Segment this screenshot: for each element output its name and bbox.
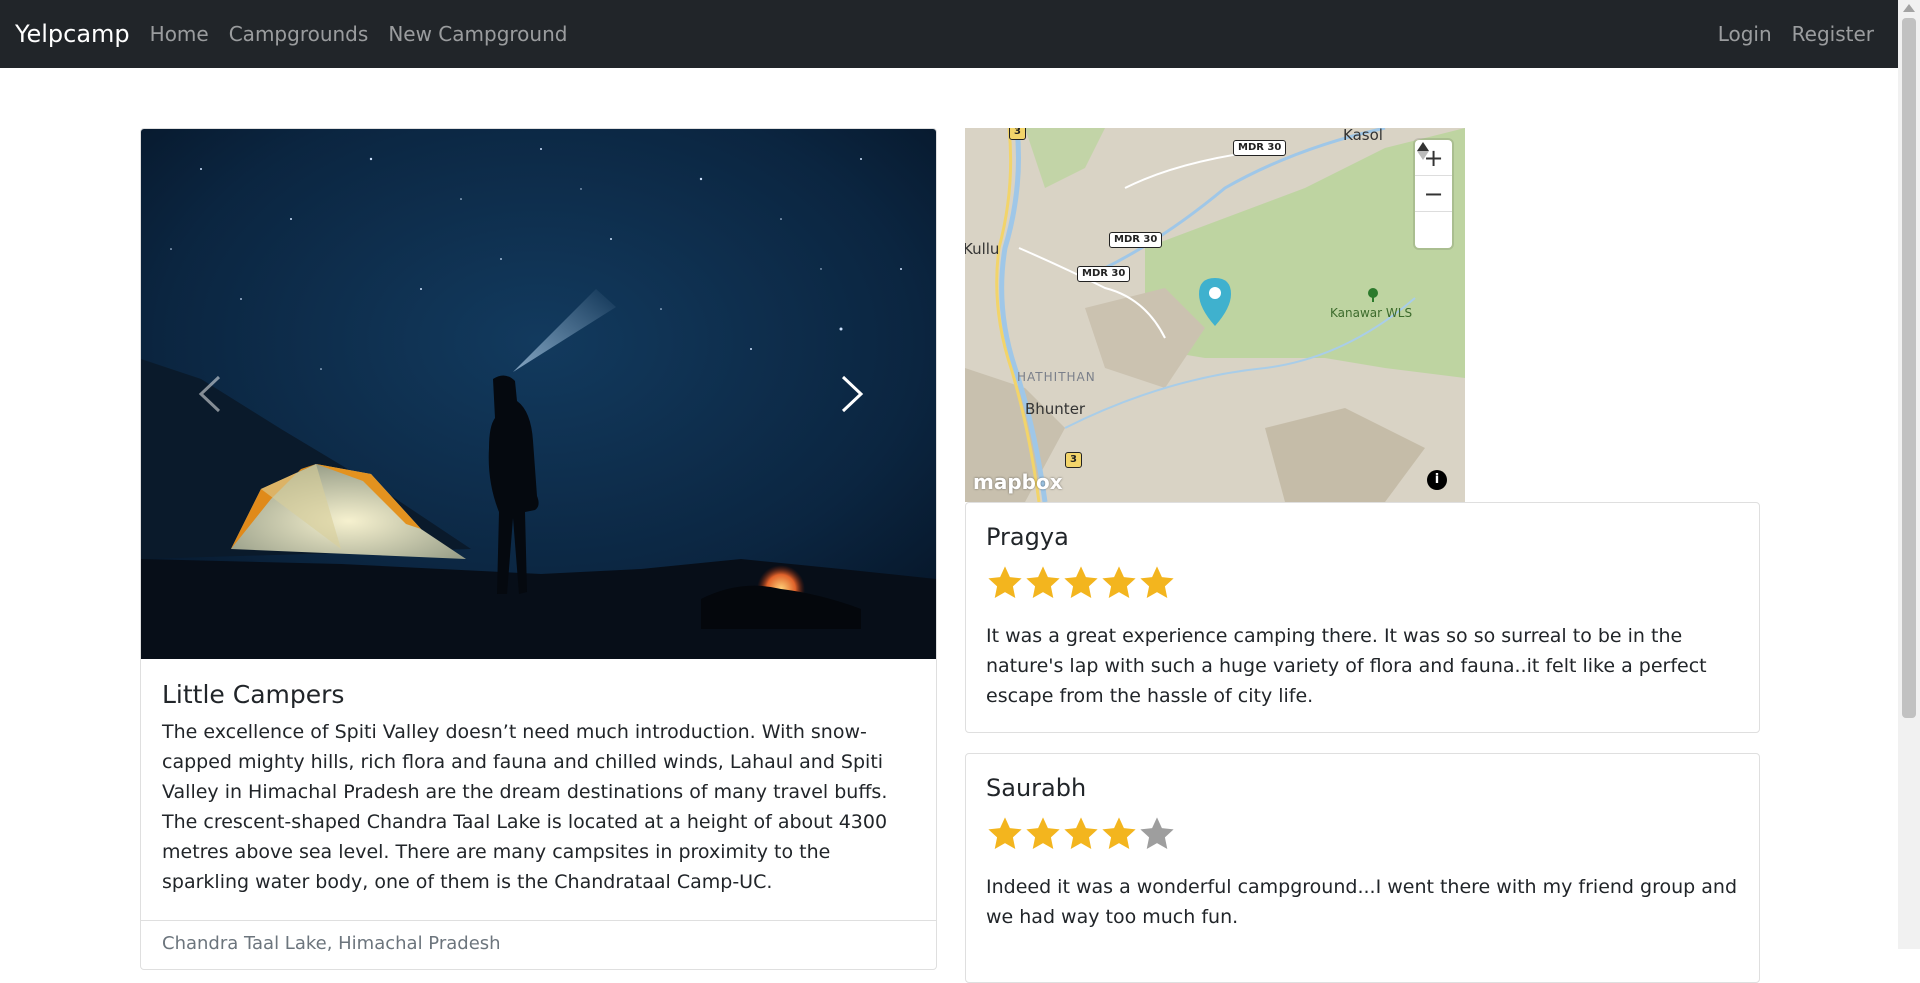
star-filled-icon xyxy=(1140,566,1174,599)
map-label-bhunter: Bhunter xyxy=(1025,400,1086,418)
star-filled-icon xyxy=(1026,566,1060,599)
brand-logo[interactable]: Yelpcamp xyxy=(15,20,130,48)
map-label-hathithan: HATHITHAN xyxy=(1017,370,1096,384)
nav-login-link[interactable]: Login xyxy=(1718,22,1772,46)
scroll-up-arrow-icon[interactable] xyxy=(1903,4,1915,12)
star-filled-icon xyxy=(1102,817,1136,850)
page-scrollbar[interactable] xyxy=(1898,0,1920,949)
reset-bearing-button[interactable] xyxy=(1415,142,1452,248)
road-badge: MDR 30 xyxy=(1077,266,1131,282)
map-info-icon[interactable]: i xyxy=(1427,470,1447,490)
star-filled-icon xyxy=(1064,817,1098,850)
map-label-kasol: Kasol xyxy=(1343,128,1383,144)
nav-auth-links: Login Register xyxy=(1698,0,1874,68)
map-controls: + − xyxy=(1415,140,1452,248)
star-rating xyxy=(986,814,1739,854)
nav-register-link[interactable]: Register xyxy=(1792,22,1874,46)
star-filled-icon xyxy=(1064,566,1098,599)
nav-home-link[interactable]: Home xyxy=(150,22,209,46)
review-text: It was a great experience camping there.… xyxy=(986,625,1707,707)
scrollbar-thumb[interactable] xyxy=(1902,18,1916,718)
campground-map[interactable]: Kasol Kullu HATHITHAN Bhunter Kanawar WL… xyxy=(965,128,1465,502)
campground-location: Chandra Taal Lake, Himachal Pradesh xyxy=(141,920,936,966)
road-badge: MDR 30 xyxy=(1233,140,1287,156)
mapbox-logo[interactable]: mapbox xyxy=(973,470,1063,494)
chevron-right-icon xyxy=(841,375,864,413)
map-label-kullu: Kullu xyxy=(965,240,1000,258)
nav-campgrounds-link[interactable]: Campgrounds xyxy=(229,22,369,46)
star-filled-icon xyxy=(988,566,1022,599)
campground-image xyxy=(141,129,936,659)
zoom-out-button[interactable]: − xyxy=(1415,176,1452,212)
review-author: Saurabh xyxy=(986,774,1087,802)
campground-title: Little Campers xyxy=(162,680,345,709)
compass-icon xyxy=(1417,142,1429,160)
nav-new-campground-link[interactable]: New Campground xyxy=(388,22,567,46)
road-badge: 3 xyxy=(1065,452,1082,468)
star-filled-icon xyxy=(1102,566,1136,599)
campground-description: The excellence of Spiti Valley doesn’t n… xyxy=(162,721,888,893)
review-card: Pragya It was a great experience camping… xyxy=(965,502,1760,733)
campground-card-body: Little Campers The excellence of Spiti V… xyxy=(141,660,936,897)
road-badge: 3 xyxy=(1009,128,1026,140)
star-rating xyxy=(986,563,1739,603)
star-filled-icon xyxy=(1026,817,1060,850)
navbar: Yelpcamp Home Campgrounds New Campground… xyxy=(0,0,1898,68)
star-filled-icon xyxy=(988,817,1022,850)
carousel-prev-button[interactable] xyxy=(171,359,241,429)
map-label-kanawar: Kanawar WLS xyxy=(1330,306,1413,320)
campground-card: Little Campers The excellence of Spiti V… xyxy=(140,128,937,970)
road-badge: MDR 30 xyxy=(1109,232,1163,248)
star-empty-icon xyxy=(1140,817,1174,850)
image-carousel[interactable] xyxy=(141,129,936,659)
chevron-left-icon xyxy=(198,375,221,413)
review-author: Pragya xyxy=(986,523,1069,551)
carousel-next-button[interactable] xyxy=(821,359,891,429)
review-text: Indeed it was a wonderful campground...I… xyxy=(986,876,1738,928)
